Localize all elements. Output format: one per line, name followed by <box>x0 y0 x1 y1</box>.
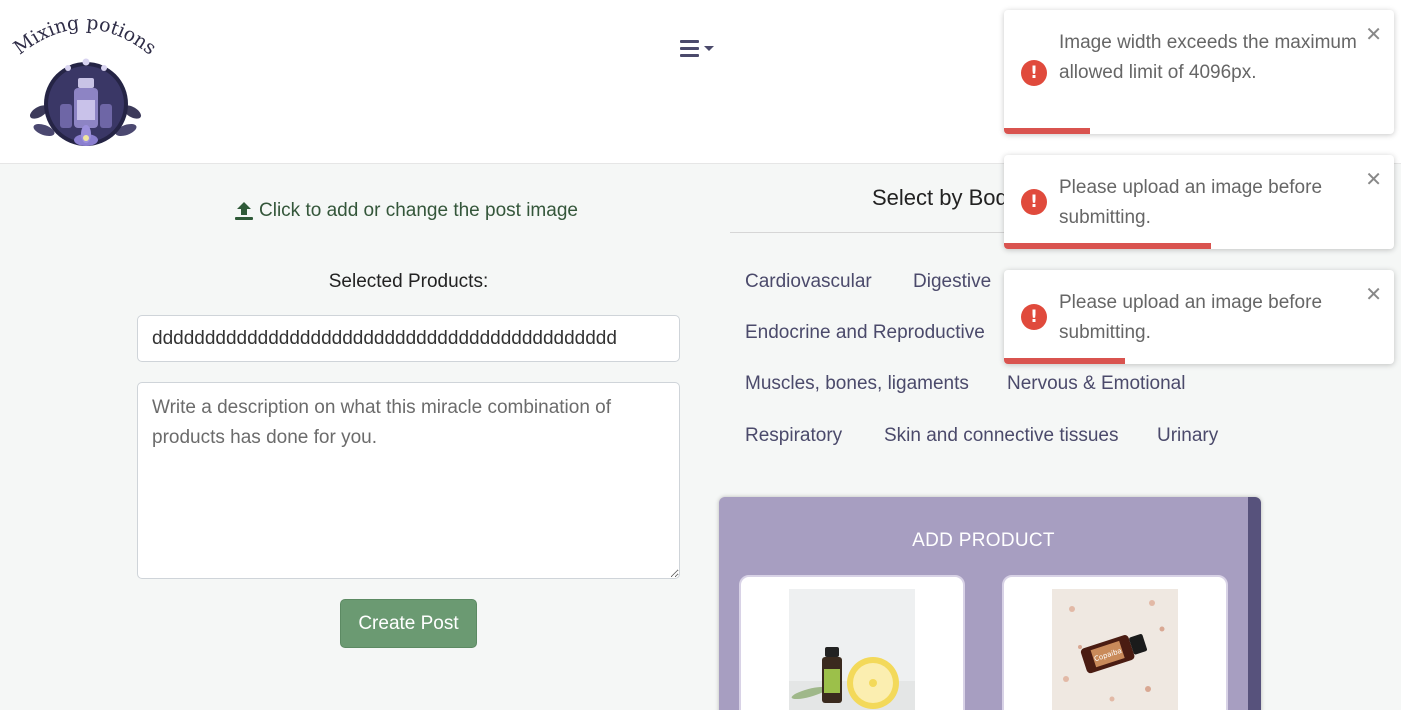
upload-image-link[interactable]: Click to add or change the post image <box>233 200 578 222</box>
body-system-digestive[interactable]: Digestive <box>913 271 991 293</box>
toast-error: ! Please upload an image before submitti… <box>1004 270 1394 364</box>
toast-progress-bar <box>1004 128 1090 134</box>
hamburger-menu-icon <box>680 40 714 57</box>
body-system-cardiovascular[interactable]: Cardiovascular <box>745 271 872 293</box>
product-card[interactable]: Copaiba <box>1002 575 1228 710</box>
error-icon: ! <box>1021 60 1047 86</box>
close-icon[interactable]: ✕ <box>1365 24 1382 44</box>
add-product-title: ADD PRODUCT <box>912 530 1055 551</box>
toast-error: ! Image width exceeds the maximum allowe… <box>1004 10 1394 134</box>
close-icon[interactable]: ✕ <box>1365 169 1382 189</box>
product-image <box>789 589 915 710</box>
description-textarea[interactable] <box>137 382 680 579</box>
product-card[interactable] <box>739 575 965 710</box>
error-icon: ! <box>1021 189 1047 215</box>
add-product-panel: ADD PRODUCT Copaiba <box>719 497 1261 710</box>
close-icon[interactable]: ✕ <box>1365 284 1382 304</box>
body-system-muscles-bones[interactable]: Muscles, bones, ligaments <box>745 373 969 395</box>
nav-toggle-button[interactable] <box>678 36 720 62</box>
toast-message: Image width exceeds the maximum allowed … <box>1059 32 1357 83</box>
logo-text: Mixing potions <box>10 12 161 59</box>
create-post-button[interactable]: Create Post <box>340 599 477 648</box>
body-system-skin-connective[interactable]: Skin and connective tissues <box>884 425 1118 447</box>
toast-error: ! Please upload an image before submitti… <box>1004 155 1394 249</box>
brand-logo[interactable]: Mixing potions <box>4 12 166 157</box>
toast-message: Please upload an image before submitting… <box>1059 177 1323 228</box>
toast-progress-bar <box>1004 243 1211 249</box>
selected-products-input[interactable] <box>137 315 680 362</box>
error-icon: ! <box>1021 304 1047 330</box>
upload-icon <box>235 202 253 220</box>
selected-products-label: Selected Products: <box>328 271 489 292</box>
toast-progress-bar <box>1004 358 1125 364</box>
upload-image-label: Click to add or change the post image <box>259 200 578 221</box>
body-systems-title: Select by Bod <box>872 185 1008 210</box>
body-system-respiratory[interactable]: Respiratory <box>745 425 842 447</box>
body-system-endocrine-reproductive[interactable]: Endocrine and Reproductive <box>745 322 985 344</box>
body-system-urinary[interactable]: Urinary <box>1157 425 1218 447</box>
toast-message: Please upload an image before submitting… <box>1059 292 1323 343</box>
body-system-nervous-emotional[interactable]: Nervous & Emotional <box>1007 373 1185 395</box>
product-image: Copaiba <box>1052 589 1178 710</box>
